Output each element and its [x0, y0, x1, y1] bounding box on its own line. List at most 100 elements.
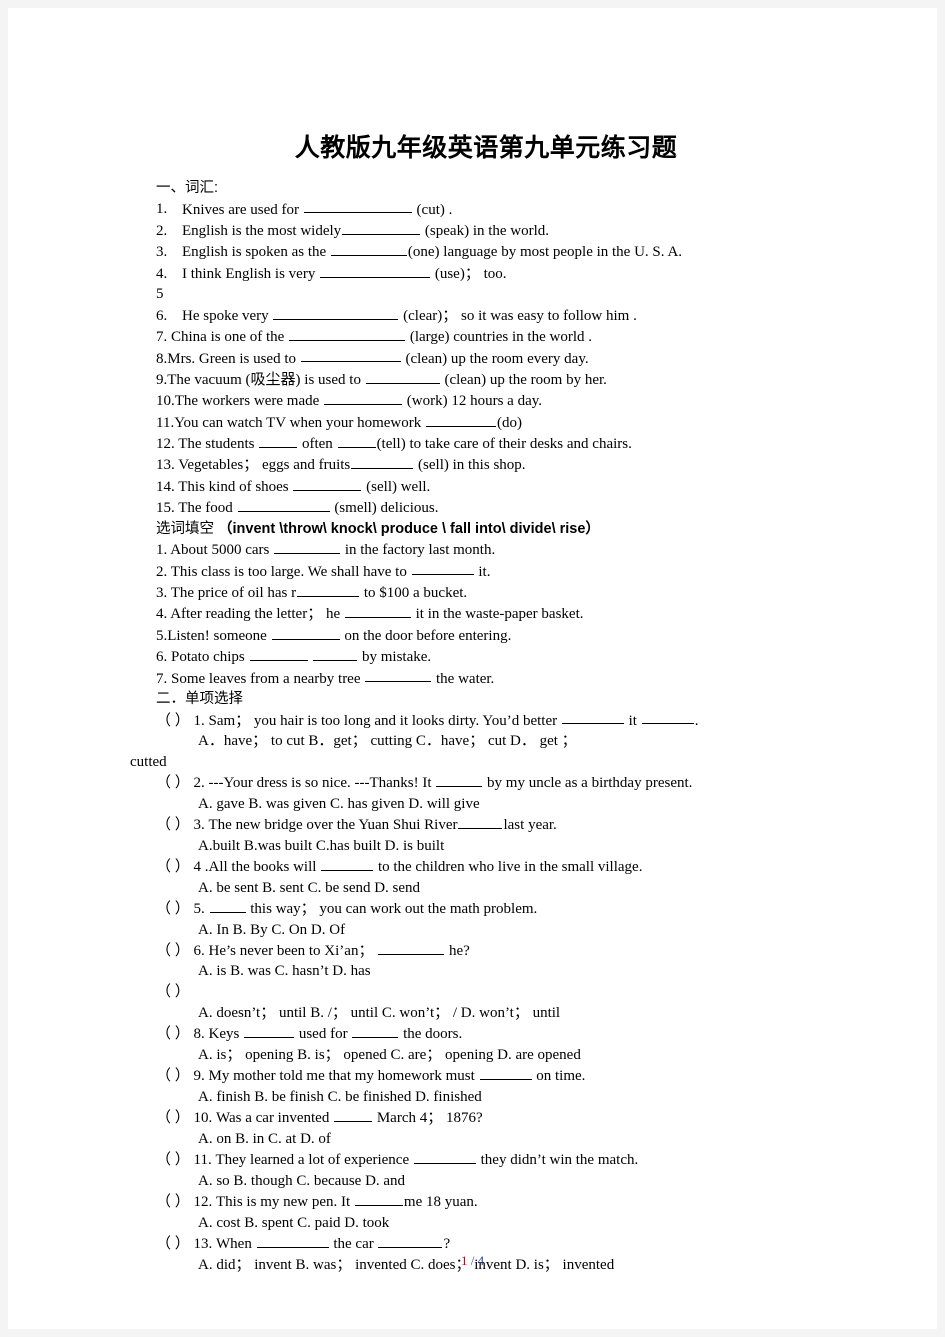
- fill-blank[interactable]: [244, 1023, 295, 1039]
- stem-text-post: he?: [448, 942, 470, 959]
- mc-question-11-options[interactable]: A. so B. though C. because D. and: [156, 1171, 816, 1192]
- fill-blank[interactable]: [426, 412, 497, 427]
- cloze-item-3: 3. The price of oil has r to $100 a buck…: [156, 582, 816, 603]
- fill-blank[interactable]: [365, 369, 440, 384]
- answer-bracket[interactable]: （ ）: [156, 775, 190, 791]
- vocab-item-9: 9.The vacuum (吸尘器) is used to (clean) up…: [156, 369, 816, 390]
- item-text-pre: He spoke very: [182, 307, 269, 324]
- fill-blank[interactable]: [209, 898, 246, 913]
- item-text-pre: The vacuum (吸尘器) is used to: [167, 371, 361, 388]
- answer-bracket[interactable]: （ ）: [156, 817, 190, 833]
- item-number: 1.: [193, 712, 205, 729]
- fill-blank[interactable]: [436, 772, 483, 787]
- fill-blank[interactable]: [342, 220, 421, 235]
- item-number: 4.: [156, 265, 168, 282]
- fill-blank[interactable]: [365, 668, 432, 683]
- item-number: 13.: [193, 1235, 213, 1252]
- stem-text-post: March 4； 1876?: [376, 1110, 483, 1127]
- item-text-post: (sell) well.: [366, 478, 431, 495]
- vocab-item-6: 6. He spoke very (clear)； so it was easy …: [156, 305, 816, 326]
- fill-blank[interactable]: [273, 305, 399, 320]
- item-text-pre: Knives are used for: [182, 201, 300, 218]
- item-text-post: (smell) delicious.: [334, 500, 439, 517]
- fill-blank[interactable]: [354, 1191, 403, 1206]
- answer-bracket[interactable]: （ ）: [156, 1026, 190, 1042]
- answer-bracket[interactable]: （ ）: [156, 712, 190, 728]
- answer-bracket[interactable]: （ ）: [156, 984, 190, 1000]
- mc-question-3-options[interactable]: A.built B.was built C.has built D. is bu…: [156, 836, 816, 857]
- mc-question-12-options[interactable]: A. cost B. spent C. paid D. took: [156, 1213, 816, 1234]
- item-text-post: to $100 a bucket.: [363, 584, 468, 601]
- cloze-item-6: 6. Potato chips by mistake.: [156, 646, 816, 667]
- fill-blank[interactable]: [256, 1233, 329, 1248]
- fill-blank[interactable]: [330, 241, 407, 257]
- vocab-item-3: 3. English is spoken as the (one) languag…: [156, 241, 816, 262]
- fill-blank[interactable]: [561, 710, 624, 725]
- fill-blank[interactable]: [378, 940, 445, 955]
- stem-text-post: to the children who live in the small vi…: [377, 858, 643, 875]
- answer-bracket[interactable]: （ ）: [156, 1068, 190, 1084]
- item-text-pre: The students: [178, 435, 255, 452]
- mc-question-1-overflow: cutted: [130, 753, 167, 770]
- fill-blank[interactable]: [259, 433, 298, 448]
- fill-blank[interactable]: [237, 497, 330, 513]
- document-content: 人教版九年级英语第九单元练习题 一、词汇: 1. Knives are used …: [130, 68, 816, 1275]
- fill-blank[interactable]: [411, 561, 474, 576]
- mc-question-10-options[interactable]: A. on B. in C. at D. of: [156, 1129, 816, 1150]
- mc-question-9-options[interactable]: A. finish B. be finish C. be finished D.…: [156, 1087, 816, 1108]
- fill-blank[interactable]: [274, 539, 341, 555]
- answer-bracket[interactable]: （ ）: [156, 1110, 190, 1126]
- fill-blank[interactable]: [344, 603, 411, 619]
- vocab-item-13: 13. Vegetables； eggs and fruits (sell) i…: [156, 454, 816, 475]
- fill-blank[interactable]: [458, 814, 503, 829]
- item-number: 5.: [193, 900, 205, 917]
- item-text-pre: This kind of shoes: [178, 478, 289, 495]
- item-number: 9.: [193, 1068, 205, 1085]
- mc-question-7-options[interactable]: A. doesn’t； until B. /； until C. won’t； …: [156, 1003, 816, 1024]
- item-text-pre: About 5000 cars: [170, 542, 270, 559]
- item-text-pre: Potato chips: [171, 649, 245, 665]
- fill-blank[interactable]: [303, 199, 412, 214]
- answer-bracket[interactable]: （ ）: [156, 1194, 190, 1210]
- item-text-post: it.: [478, 563, 491, 580]
- fill-blank[interactable]: [293, 476, 362, 491]
- fill-blank-2[interactable]: [313, 646, 358, 661]
- cloze-word-bank: （invent \throw\ knock\ produce \ fall in…: [218, 520, 600, 537]
- fill-blank[interactable]: [300, 348, 401, 363]
- fill-blank[interactable]: [413, 1149, 476, 1165]
- mc-question-5-options[interactable]: A. In B. By C. On D. Of: [156, 920, 816, 941]
- mc-question-12-stem: （ ） 12. This is my new pen. It me 18 yua…: [156, 1191, 816, 1212]
- fill-blank-2[interactable]: [337, 433, 376, 448]
- answer-bracket[interactable]: （ ）: [156, 943, 190, 959]
- fill-blank[interactable]: [249, 646, 308, 661]
- fill-blank-2[interactable]: [352, 1023, 399, 1039]
- mc-question-8-options[interactable]: A. is； opening B. is； opened C. are； ope…: [156, 1045, 816, 1066]
- fill-blank[interactable]: [324, 390, 403, 406]
- answer-bracket[interactable]: （ ）: [156, 1236, 190, 1252]
- fill-blank[interactable]: [479, 1065, 532, 1081]
- fill-blank-2[interactable]: [378, 1233, 443, 1248]
- mc-question-4-options[interactable]: A. be sent B. sent C. be send D. send: [156, 878, 816, 899]
- item-number: 11.: [156, 414, 175, 431]
- item-number: 13.: [156, 457, 175, 474]
- fill-blank-2[interactable]: [641, 710, 694, 725]
- answer-bracket[interactable]: （ ）: [156, 859, 190, 875]
- item-text-post: (work) 12 hours a day.: [406, 393, 543, 410]
- answer-bracket[interactable]: （ ）: [156, 1152, 190, 1168]
- item-text-pre: Vegetables； eggs and fruits: [178, 457, 351, 474]
- fill-blank[interactable]: [289, 326, 406, 341]
- mc-question-6-options[interactable]: A. is B. was C. hasn’t D. has: [156, 961, 816, 982]
- fill-blank[interactable]: [320, 263, 431, 278]
- fill-blank[interactable]: [334, 1107, 373, 1123]
- fill-blank[interactable]: [351, 454, 414, 470]
- fill-blank[interactable]: [297, 582, 360, 597]
- item-number: 5.: [156, 627, 168, 644]
- item-number: 4.: [156, 606, 168, 623]
- page-footer: 1 / 4: [8, 1253, 937, 1269]
- fill-blank[interactable]: [271, 625, 340, 640]
- stem-text-pre: When: [216, 1235, 252, 1252]
- mc-question-1-options[interactable]: A．have； to cut B．get； cutting C．have； cu…: [156, 731, 816, 752]
- fill-blank[interactable]: [321, 856, 374, 871]
- mc-question-2-options[interactable]: A. gave B. was given C. has given D. wil…: [156, 794, 816, 815]
- answer-bracket[interactable]: （ ）: [156, 901, 190, 917]
